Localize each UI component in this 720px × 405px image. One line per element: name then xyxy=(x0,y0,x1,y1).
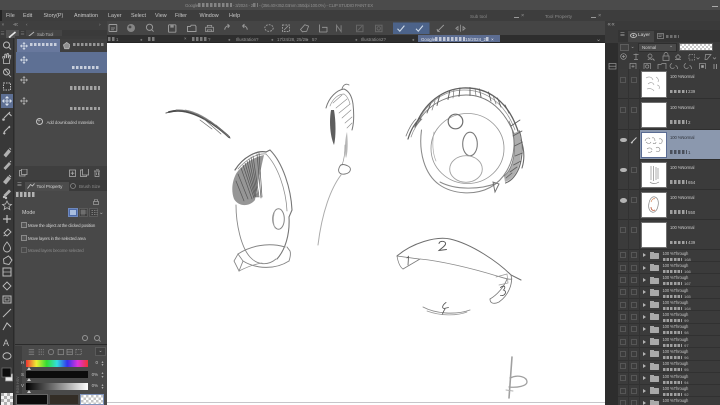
svg-text:A: A xyxy=(3,338,9,348)
